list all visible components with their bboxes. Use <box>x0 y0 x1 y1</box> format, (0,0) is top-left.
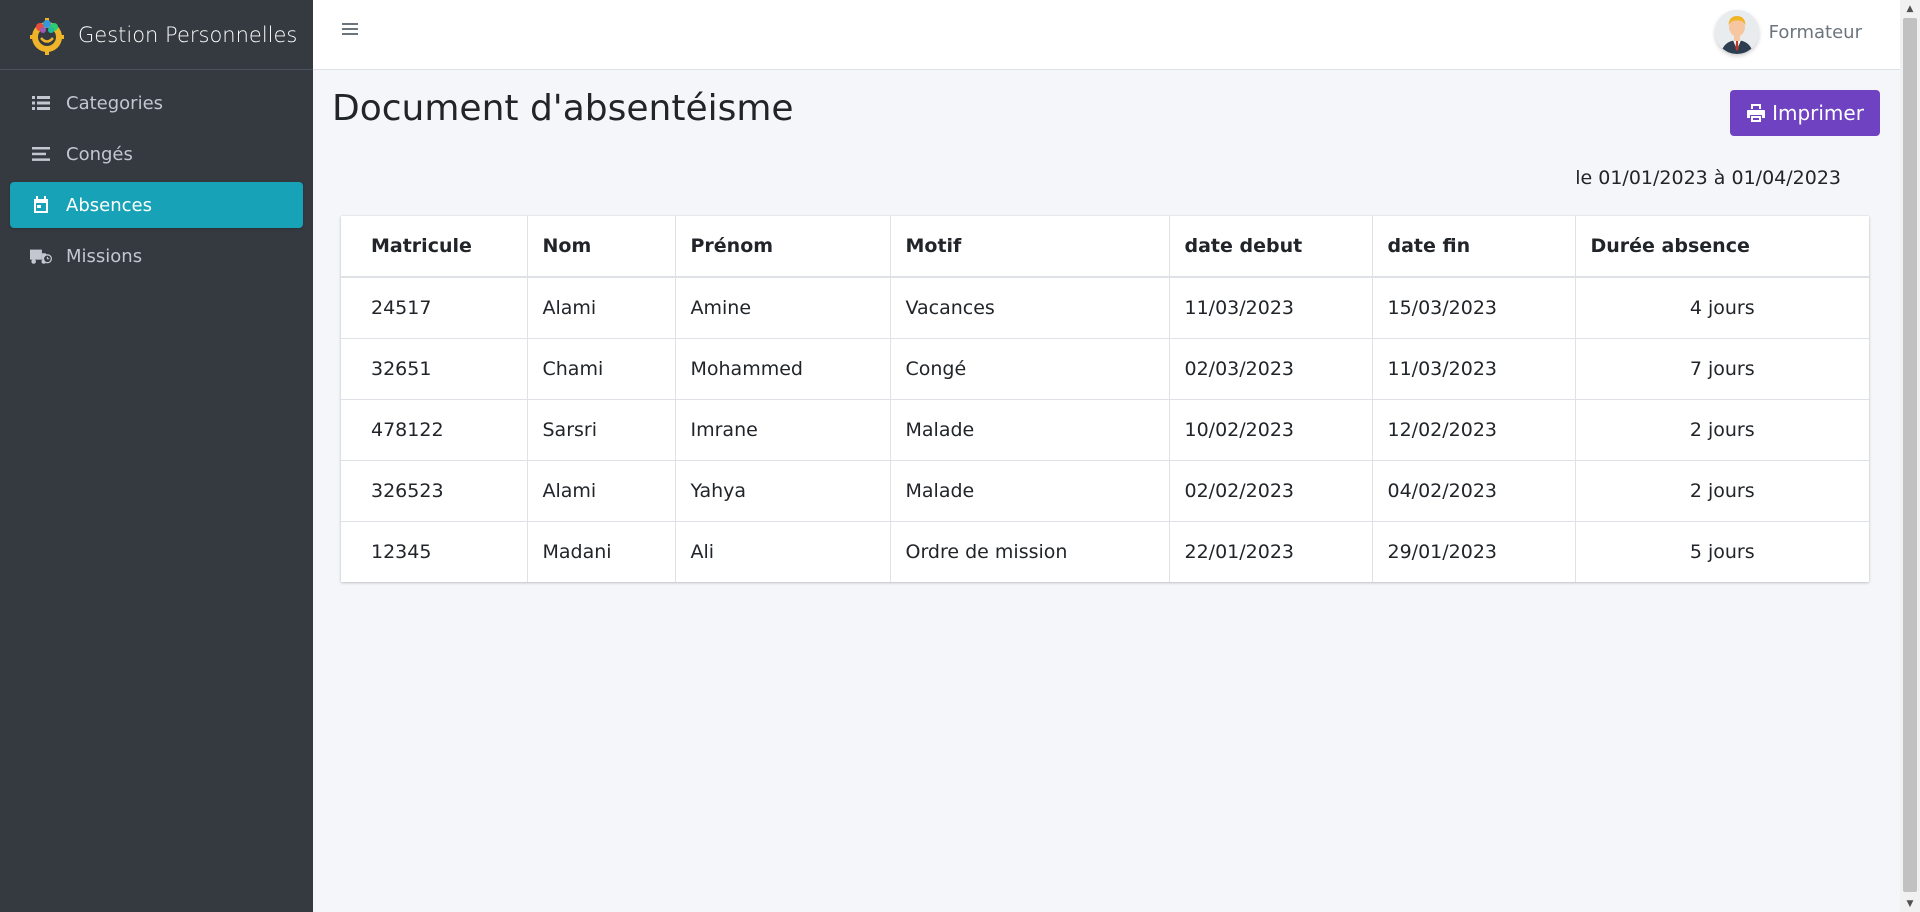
cell-date-debut: 02/03/2023 <box>1169 337 1373 399</box>
cell-date-debut: 02/02/2023 <box>1169 459 1373 521</box>
cell-date-fin: 15/03/2023 <box>1372 276 1576 338</box>
table-row: 326523 Alami Yahya Malade 02/02/2023 04/… <box>341 459 1869 521</box>
brand-logo-icon <box>30 17 64 55</box>
sidebar-item-conges[interactable]: Congés <box>10 131 303 177</box>
period-label: le 01/01/2023 à 01/04/2023 <box>1575 167 1841 189</box>
cell-date-fin: 29/01/2023 <box>1372 520 1576 582</box>
print-button-label: Imprimer <box>1772 101 1864 125</box>
cell-matricule: 478122 <box>341 398 528 460</box>
cell-motif: Malade <box>890 459 1170 521</box>
page-title: Document d'absentéisme <box>332 88 794 129</box>
cell-matricule: 12345 <box>341 520 528 582</box>
sidebar-item-categories[interactable]: Categories <box>10 80 303 126</box>
sidebar-item-label: Categories <box>66 92 164 114</box>
print-button[interactable]: Imprimer <box>1730 90 1880 136</box>
cell-prenom: Mohammed <box>675 337 891 399</box>
sidebar-item-label: Congés <box>66 143 133 165</box>
cell-motif: Ordre de mission <box>890 520 1170 582</box>
cell-date-debut: 22/01/2023 <box>1169 520 1373 582</box>
cell-motif: Congé <box>890 337 1170 399</box>
header-date-fin: date fin <box>1372 216 1576 278</box>
sidebar: Gestion Personnelles Categories Congés A… <box>0 0 313 912</box>
table-row: 12345 Madani Ali Ordre de mission 22/01/… <box>341 520 1869 582</box>
sidebar-nav: Categories Congés Absences Missions <box>0 70 313 279</box>
cell-duree: 4 jours <box>1575 276 1869 338</box>
list-icon <box>30 92 52 114</box>
cell-nom: Madani <box>527 520 676 582</box>
cell-nom: Chami <box>527 337 676 399</box>
table-row: 24517 Alami Amine Vacances 11/03/2023 15… <box>341 276 1869 338</box>
table-header-row: Matricule Nom Prénom Motif date debut da… <box>341 216 1869 278</box>
truck-clock-icon <box>30 245 52 267</box>
vertical-scrollbar[interactable]: ▲ ▼ <box>1900 0 1920 912</box>
main-content: Document d'absentéisme Imprimer le 01/01… <box>313 70 1900 912</box>
scroll-up-arrow-icon[interactable]: ▲ <box>1900 0 1920 17</box>
calendar-icon <box>30 194 52 216</box>
user-menu[interactable]: Formateur <box>1714 10 1862 54</box>
table-row: 478122 Sarsri Imrane Malade 10/02/2023 1… <box>341 398 1869 460</box>
cell-matricule: 32651 <box>341 337 528 399</box>
absences-table: Matricule Nom Prénom Motif date debut da… <box>341 216 1869 582</box>
cell-nom: Sarsri <box>527 398 676 460</box>
cell-nom: Alami <box>527 459 676 521</box>
sidebar-item-label: Missions <box>66 245 143 267</box>
sidebar-item-label: Absences <box>66 194 152 216</box>
cell-duree: 7 jours <box>1575 337 1869 399</box>
header-date-debut: date debut <box>1169 216 1373 278</box>
cell-prenom: Ali <box>675 520 891 582</box>
cell-motif: Malade <box>890 398 1170 460</box>
topbar: Formateur <box>313 0 1900 70</box>
printer-icon <box>1747 104 1766 122</box>
cell-date-fin: 12/02/2023 <box>1372 398 1576 460</box>
cell-date-fin: 11/03/2023 <box>1372 337 1576 399</box>
cell-duree: 2 jours <box>1575 459 1869 521</box>
avatar <box>1714 10 1759 54</box>
cell-date-debut: 11/03/2023 <box>1169 276 1373 338</box>
menu-toggle-icon[interactable] <box>341 20 365 44</box>
table-row: 32651 Chami Mohammed Congé 02/03/2023 11… <box>341 337 1869 399</box>
scroll-down-arrow-icon[interactable]: ▼ <box>1900 895 1920 912</box>
brand[interactable]: Gestion Personnelles <box>0 0 313 70</box>
sidebar-item-missions[interactable]: Missions <box>10 233 303 279</box>
cell-matricule: 326523 <box>341 459 528 521</box>
cell-motif: Vacances <box>890 276 1170 338</box>
cell-duree: 2 jours <box>1575 398 1869 460</box>
header-prenom: Prénom <box>675 216 891 278</box>
cell-matricule: 24517 <box>341 276 528 338</box>
absences-table-card: Matricule Nom Prénom Motif date debut da… <box>341 216 1869 582</box>
user-name: Formateur <box>1768 21 1862 43</box>
lines-icon <box>30 143 52 165</box>
cell-duree: 5 jours <box>1575 520 1869 582</box>
cell-nom: Alami <box>527 276 676 338</box>
cell-prenom: Yahya <box>675 459 891 521</box>
brand-title: Gestion Personnelles <box>78 22 298 47</box>
header-nom: Nom <box>527 216 676 278</box>
header-duree-absence: Durée absence <box>1575 216 1869 278</box>
cell-date-debut: 10/02/2023 <box>1169 398 1373 460</box>
scroll-thumb[interactable] <box>1903 18 1917 892</box>
header-matricule: Matricule <box>341 216 528 278</box>
cell-date-fin: 04/02/2023 <box>1372 459 1576 521</box>
cell-prenom: Amine <box>675 276 891 338</box>
cell-prenom: Imrane <box>675 398 891 460</box>
sidebar-item-absences[interactable]: Absences <box>10 182 303 228</box>
header-motif: Motif <box>890 216 1170 278</box>
